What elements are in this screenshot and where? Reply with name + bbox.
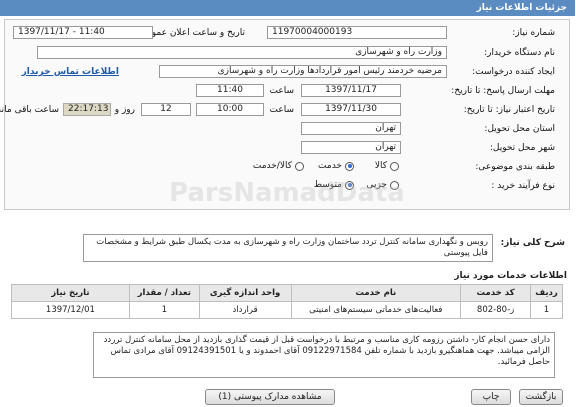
view-attachments-button[interactable]: مشاهده مدارک پیوستی (1) xyxy=(206,389,336,405)
buyer-label: نام دستگاه خریدار: xyxy=(485,48,556,58)
buyer-field: وزارت راه و شهرسازی xyxy=(38,46,448,59)
creator-field: مرضیه خردمند رئیس امور قراردادها وزارت ر… xyxy=(160,65,448,78)
need-number-field: 11970004000193 xyxy=(268,26,448,39)
details-panel: شماره نیاز: 11970004000193 تاریخ و ساعت … xyxy=(0,19,571,210)
city-label: شهر محل تحویل: xyxy=(490,143,556,153)
col-code: کد خدمت xyxy=(461,284,533,302)
cell-name: فعالیت‌های خدماتی سیستم‌های امنیتی xyxy=(291,301,463,319)
process-label: نوع فرآیند خرید : xyxy=(492,181,556,191)
need-number-label: شماره نیاز: xyxy=(513,28,556,38)
cell-unit: قرارداد xyxy=(199,301,293,319)
cell-row: 1 xyxy=(531,301,564,319)
send-date-field: 1397/11/17 xyxy=(302,84,402,97)
col-date: تاریخ نیاز xyxy=(12,284,131,302)
day-and-label: روز و xyxy=(115,105,136,115)
table-row: 1 ز-80-802 فعالیت‌های خدماتی سیستم‌های ا… xyxy=(12,301,564,319)
province-label: استان محل تحویل: xyxy=(485,124,556,134)
process-option-minor[interactable]: جزیی xyxy=(367,180,400,190)
send-time-label: ساعت xyxy=(270,86,296,96)
creator-label: ایجاد کننده درخواست: xyxy=(473,67,556,77)
radio-circle[interactable] xyxy=(391,180,400,190)
col-name: نام خدمت xyxy=(291,284,463,302)
send-deadline-label: مهلت ارسال پاسخ: تا تاریخ: xyxy=(452,86,556,96)
print-button[interactable]: چاپ xyxy=(472,389,512,405)
back-button[interactable]: بازگشت xyxy=(520,389,564,405)
services-table-header: ردیف کد خدمت نام خدمت واحد اندازه گیری ت… xyxy=(12,284,564,302)
radio-circle-selected[interactable] xyxy=(346,161,355,171)
page-title-bar: جزئیات اطلاعات نیاز xyxy=(0,0,576,16)
radio-circle[interactable] xyxy=(391,161,400,171)
remaining-time-field: 22:17:13 xyxy=(64,103,112,116)
city-field: تهران xyxy=(302,141,402,154)
category-option-goods-service[interactable]: کالا/خدمت xyxy=(254,161,305,171)
radio-circle-selected[interactable] xyxy=(346,180,355,190)
radio-circle[interactable] xyxy=(296,161,305,171)
validity-time-field: 10:00 xyxy=(197,103,265,116)
buyer-notes-field: دارای حسن انجام کار- داشتن رزومه کاری من… xyxy=(94,332,556,378)
validity-label: تاریخ اعتبار نیاز: تا تاریخ: xyxy=(464,105,556,115)
send-time-field: 11:40 xyxy=(197,84,265,97)
services-section-title: اطلاعات خدمات مورد نیاز xyxy=(455,271,568,281)
validity-date-field: 1397/11/30 xyxy=(302,103,402,116)
category-option-service[interactable]: خدمت xyxy=(319,161,355,171)
col-row: ردیف xyxy=(531,284,564,302)
remaining-label: ساعت باقی مانده xyxy=(0,105,60,115)
general-desc-label: شرح کلی نیاز: xyxy=(501,238,566,248)
col-qty: تعداد / مقدار xyxy=(129,284,201,302)
general-desc-field: روبس و نگهداری سامانه کنترل تردد ساختمان… xyxy=(84,234,494,262)
province-field: تهران xyxy=(302,122,402,135)
services-table: ردیف کد خدمت نام خدمت واحد اندازه گیری ت… xyxy=(12,284,564,319)
days-count-field: 12 xyxy=(142,103,192,116)
cell-date: 1397/12/01 xyxy=(12,301,131,319)
category-label: طبقه بندی موضوعی: xyxy=(476,162,556,172)
process-option-medium[interactable]: متوسط xyxy=(315,180,355,190)
cell-qty: 1 xyxy=(129,301,201,319)
buyer-contact-link[interactable]: اطلاعات تماس خریدار xyxy=(23,67,120,77)
announce-field: 1397/11/17 - 11:40 xyxy=(14,26,154,39)
cell-code: ز-80-802 xyxy=(461,301,533,319)
col-unit: واحد اندازه گیری xyxy=(199,284,293,302)
page-title: جزئیات اطلاعات نیاز xyxy=(477,3,568,13)
validity-time-label: ساعت xyxy=(270,105,296,115)
category-option-goods[interactable]: کالا xyxy=(376,161,400,171)
